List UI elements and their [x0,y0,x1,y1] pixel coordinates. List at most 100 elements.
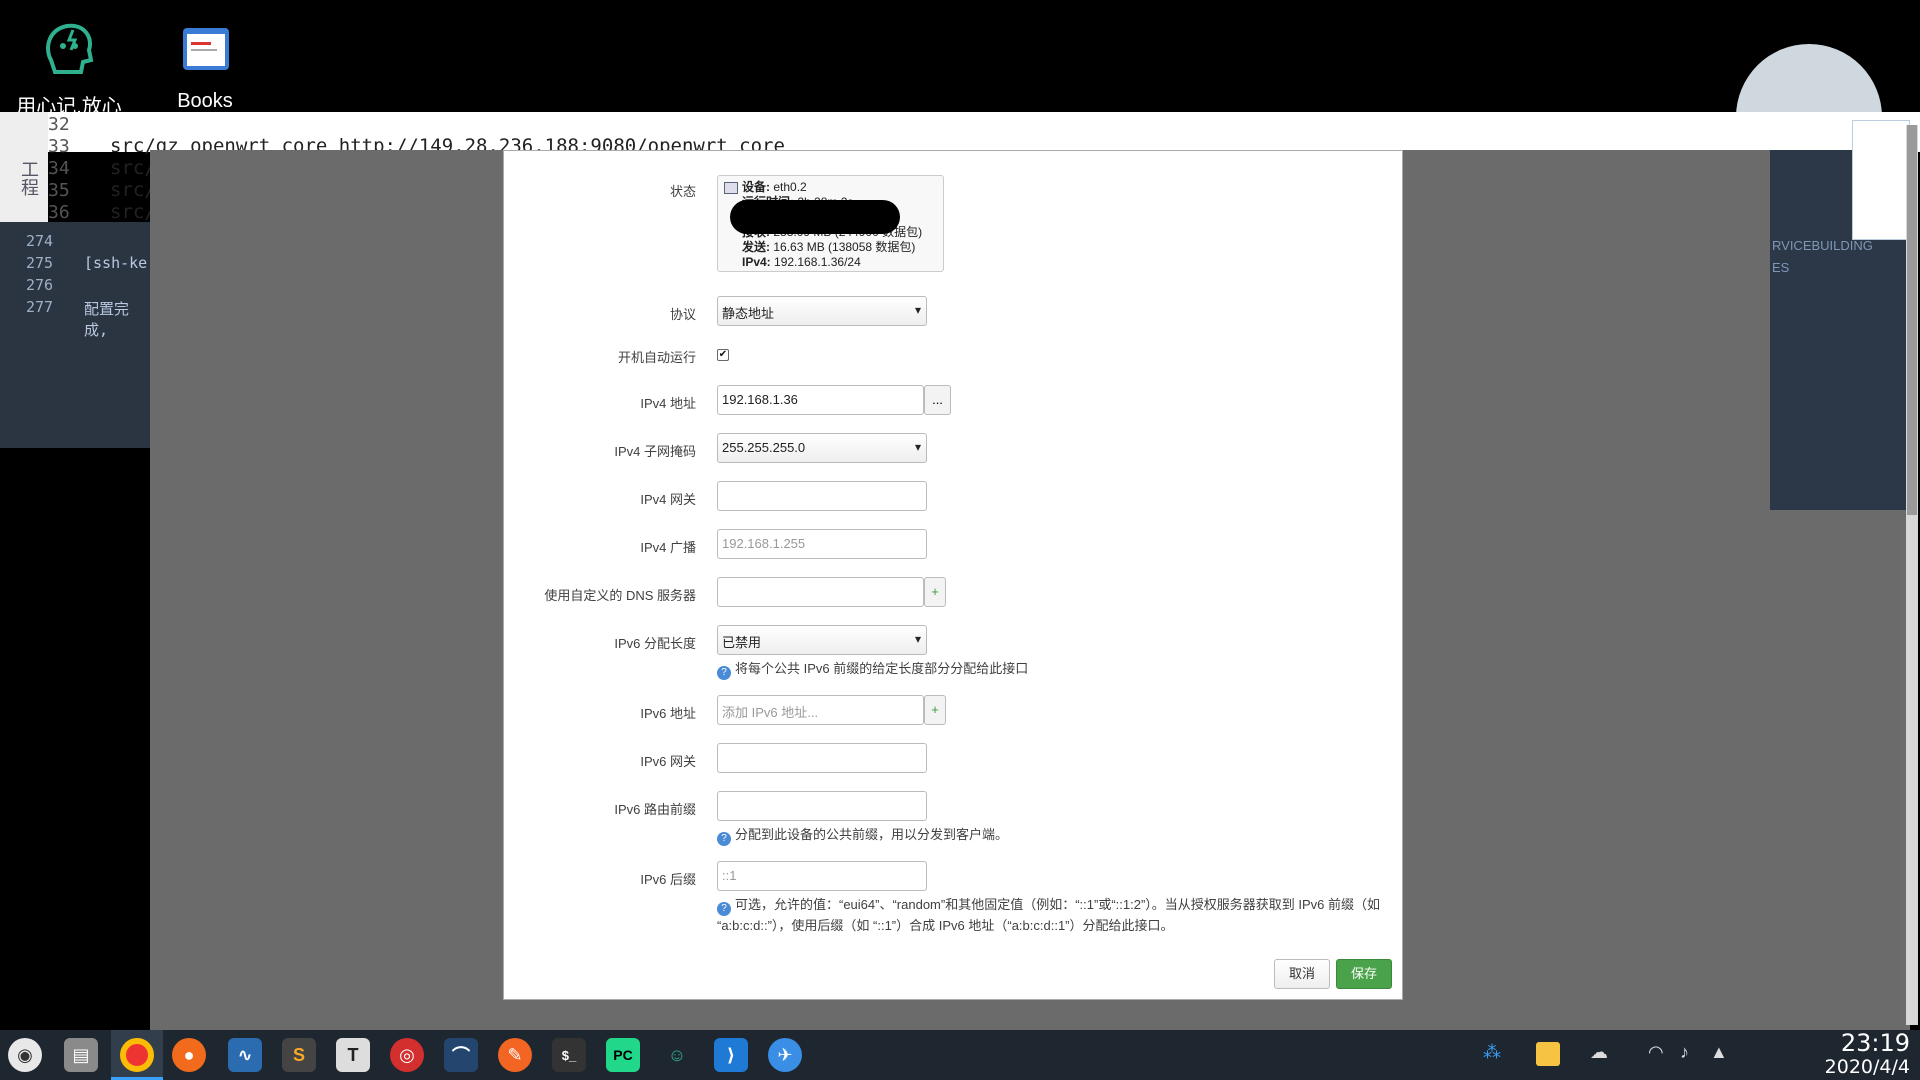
line-number: 32 [48,114,70,135]
hint-text: 可选，允许的值：“eui64”、“random”和其他固定值（例如：“::1”或… [735,897,1381,912]
right-side-panel-lower [1770,510,1910,1030]
ipv6-address-input[interactable]: 添加 IPv6 地址... [717,695,924,725]
line-number: 275 [26,254,54,272]
save-button[interactable]: 保存 [1336,959,1392,989]
interface-settings-dialog: 状态 设备: eth0.2 运行时间: 2h 28m 2s 接收: 288.09… [503,150,1403,1000]
ipv4-gateway-input[interactable] [717,481,927,511]
ipv6-prefix-hint: ? 分配到此设备的公共前缀，用以分发到客户端。 [717,825,1008,846]
desktop-icon-books[interactable]: Books [130,16,280,113]
ipv4-netmask-label: IPv4 子网掩码 [614,444,696,459]
protocol-label: 协议 [669,307,696,322]
tray-expand-icon[interactable]: ▲ [1710,1042,1728,1063]
netease-music-icon[interactable]: ◎ [390,1038,424,1072]
cloud-icon[interactable]: ☁ [1590,1042,1608,1063]
tx-label: 发送: [742,240,770,254]
ipv6-gateway-label: IPv6 网关 [640,754,696,769]
ipv6-address-add-button[interactable]: + [924,695,946,725]
ipv4-address-input[interactable]: 192.168.1.36 [717,385,924,415]
line-number: 276 [26,276,54,294]
book-icon [173,16,237,80]
files-icon[interactable]: ▤ [64,1038,98,1072]
thumbnail-preview[interactable] [1852,120,1910,240]
ipv4-gateway-label: IPv4 网关 [640,492,696,507]
monitor-icon[interactable]: ∿ [228,1038,262,1072]
dns-input[interactable] [717,577,924,607]
scrollbar[interactable] [1906,125,1918,1025]
help-icon: ? [717,902,731,916]
autostart-label: 开机自动运行 [617,350,696,365]
vscode-icon[interactable]: ⟩ [714,1038,748,1072]
code-line[interactable]: src/ [110,201,156,223]
ipv4-netmask-select[interactable]: 255.255.255.0 [717,433,927,463]
ipv4-value: 192.168.1.36/24 [774,255,861,269]
editor-dark-panel: 274 275 [ssh-ke 276 277 配置完成, [0,222,150,448]
scrollbar-thumb[interactable] [1907,125,1917,515]
sticky-notes-icon[interactable] [1536,1042,1560,1066]
panel-text: ES [1772,260,1790,275]
help-icon: ? [717,832,731,846]
ipv6-assign-select[interactable]: 已禁用 [717,625,927,655]
code-line: [ssh-ke [84,254,148,272]
ipv4-broadcast-label: IPv4 广播 [640,540,696,555]
line-number: 35 [48,180,70,201]
sublime-icon[interactable]: S [282,1038,316,1072]
wifi-icon[interactable]: ◠ [1648,1042,1664,1063]
ipv6-gateway-input[interactable] [717,743,927,773]
status-box: 设备: eth0.2 运行时间: 2h 28m 2s 接收: 288.09 MB… [717,175,944,272]
line-number: 33 [48,136,70,157]
code-line: 配置完成, [84,300,130,339]
protocol-select[interactable]: 静态地址 [717,296,927,326]
ipv4-label: IPv4: [742,255,771,269]
code-line[interactable]: src/ [110,157,156,179]
ipv6-suffix-label: IPv6 后缀 [640,872,696,887]
ipv6-assign-hint: ? 将每个公共 IPv6 前缀的给定长度部分分配给此接口 [717,659,1028,680]
device-value: eth0.2 [773,180,807,194]
clock[interactable]: 23:19 2020/4/4 [1800,1030,1910,1078]
pycharm-icon[interactable]: PC [606,1038,640,1072]
ipv4-address-more-button[interactable]: ... [924,385,951,415]
editor-sidebar-label: 工程 [19,160,39,196]
autostart-checkbox[interactable]: ✔ [717,349,729,361]
ipv4-address-label: IPv4 地址 [640,396,696,411]
line-number: 277 [26,298,54,316]
terminal-icon[interactable]: $_ [552,1038,586,1072]
dns-label: 使用自定义的 DNS 服务器 [544,588,696,603]
desktop-icon-notes[interactable]: 用心记,放心 [0,16,144,119]
brain-note-icon [37,16,101,80]
hint-text: 分配到此设备的公共前缀，用以分发到客户端。 [735,827,1009,842]
ipv6-prefix-input[interactable] [717,791,927,821]
desktop-icon-label: Books [177,90,233,112]
device-label: 设备: [742,180,770,194]
pen-icon[interactable]: ✎ [498,1038,532,1072]
help-icon: ? [717,666,731,680]
tx-value: 16.63 MB (138058 数据包) [773,240,916,254]
hint-text: “a:b:c:d::”），使用后缀（如 “::1”）合成 IPv6 地址（“a:… [717,918,1174,933]
mysql-workbench-icon[interactable]: ⌒ [444,1038,478,1072]
ipv4-broadcast-input[interactable]: 192.168.1.255 [717,529,927,559]
panel-text: RVICEBUILDING [1772,238,1873,253]
feishu-icon[interactable]: ✈ [768,1038,802,1072]
hint-text: 将每个公共 IPv6 前缀的给定长度部分分配给此接口 [735,661,1029,676]
ipv6-prefix-label: IPv6 路由前缀 [614,802,696,817]
brain-note-icon[interactable]: ☺ [660,1038,694,1072]
clock-time: 23:19 [1840,1029,1910,1057]
redaction-mark [730,200,900,234]
share-icon[interactable]: ⁂ [1483,1042,1501,1063]
cancel-button[interactable]: 取消 [1274,959,1330,989]
line-number: 274 [26,232,54,250]
chrome-icon[interactable] [120,1038,154,1072]
line-number: 34 [48,158,70,179]
dns-add-button[interactable]: + [924,577,946,607]
clock-date: 2020/4/4 [1824,1056,1910,1078]
launcher-icon[interactable]: ◉ [8,1038,42,1072]
line-number: 36 [48,202,70,223]
typora-icon[interactable]: T [336,1038,370,1072]
firefox-icon[interactable]: ● [172,1038,206,1072]
ethernet-icon [724,182,738,194]
ipv6-suffix-hint: ? 可选，允许的值：“eui64”、“random”和其他固定值（例如：“::1”… [717,895,1387,935]
status-label: 状态 [669,184,696,199]
code-line[interactable]: src/ [110,179,156,201]
ipv6-suffix-input[interactable]: ::1 [717,861,927,891]
volume-icon[interactable]: ♪ [1680,1042,1689,1063]
ipv6-address-label: IPv6 地址 [640,706,696,721]
